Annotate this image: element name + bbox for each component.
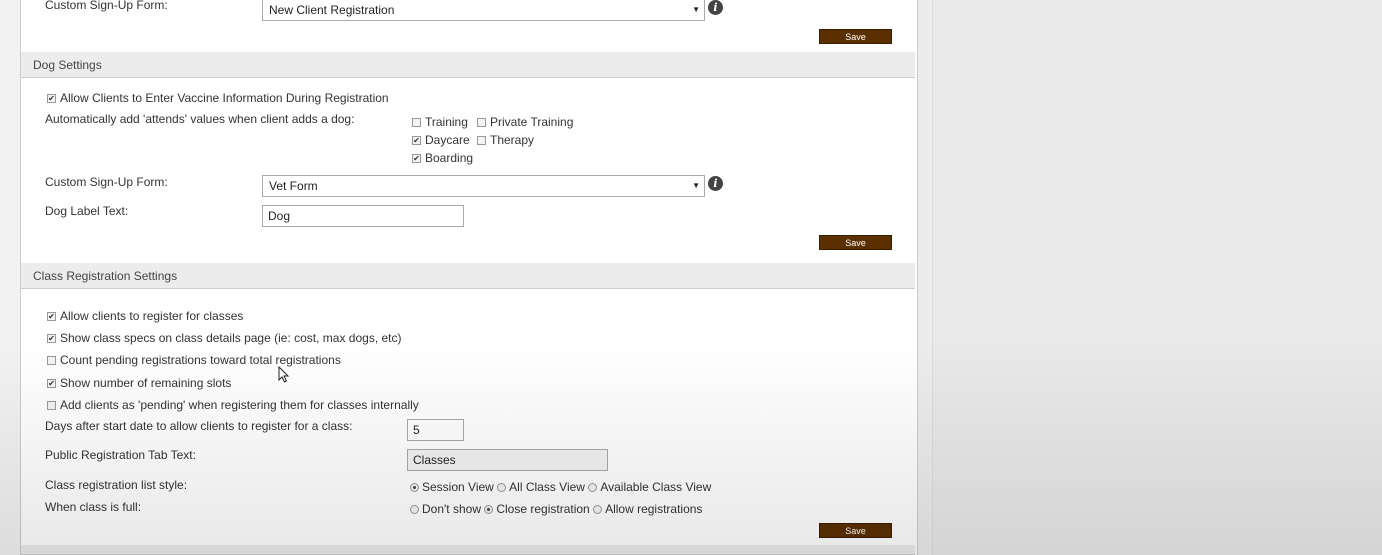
boarding-checkbox[interactable]: ✔ — [412, 154, 421, 164]
client-signup-form-label: Custom Sign-Up Form: — [45, 0, 168, 12]
dont-show-radio[interactable] — [410, 505, 419, 515]
dont-show-label: Don't show — [422, 501, 481, 516]
therapy-checkbox[interactable] — [477, 136, 486, 146]
tab-text-input[interactable]: Classes — [407, 449, 608, 471]
info-circle-icon[interactable]: i — [708, 176, 723, 191]
class-option-count-pending[interactable]: Count pending registrations toward total… — [47, 353, 341, 367]
allow-registrations-radio[interactable] — [593, 505, 603, 515]
class-option-add-pending[interactable]: Add clients as 'pending' when registerin… — [47, 398, 419, 412]
client-signup-form-select[interactable]: New Client Registration ▼ — [262, 0, 705, 21]
list-style-label: Class registration list style: — [45, 478, 188, 492]
attends-option-private-training[interactable]: Private Training — [477, 115, 573, 129]
chevron-down-icon: ▼ — [692, 5, 700, 14]
private-training-label: Private Training — [490, 115, 574, 129]
show-specs-label: Show class specs on class details page (… — [60, 331, 402, 345]
days-after-start-input[interactable]: 5 — [407, 419, 464, 441]
count-pending-label: Count pending registrations toward total… — [60, 353, 341, 367]
boarding-label: Boarding — [425, 151, 474, 165]
close-registration-label: Close registration — [496, 501, 590, 516]
info-circle-icon[interactable]: i — [708, 0, 723, 15]
list-style-all[interactable]: All Class View — [497, 480, 585, 494]
chevron-down-icon: ▼ — [692, 181, 700, 190]
class-option-remaining-slots[interactable]: ✔ Show number of remaining slots — [47, 376, 231, 390]
all-class-view-label: All Class View — [509, 479, 585, 494]
class-option-allow-register[interactable]: ✔ Allow clients to register for classes — [47, 309, 243, 323]
attends-option-boarding[interactable]: ✔ Boarding — [412, 151, 473, 165]
class-save-button[interactable]: Save — [819, 523, 892, 538]
add-pending-label: Add clients as 'pending' when registerin… — [60, 398, 419, 412]
dog-label-text-input[interactable]: Dog — [262, 205, 464, 227]
list-style-available[interactable]: Available Class View — [588, 480, 711, 494]
session-view-label: Session View — [422, 479, 494, 494]
full-close-registration[interactable]: Close registration — [484, 501, 590, 516]
remaining-slots-label: Show number of remaining slots — [60, 376, 232, 390]
full-dont-show[interactable]: Don't show — [410, 502, 481, 516]
attends-option-daycare[interactable]: ✔ Daycare — [412, 133, 470, 147]
daycare-checkbox[interactable]: ✔ — [412, 136, 421, 146]
close-registration-radio[interactable] — [484, 505, 494, 515]
class-full-label: When class is full: — [45, 500, 142, 514]
right-side-area — [932, 0, 1382, 555]
client-signup-form-value: New Client Registration — [269, 3, 395, 17]
vaccine-checkbox[interactable]: ✔ — [47, 94, 56, 104]
private-training-checkbox[interactable] — [477, 118, 486, 128]
days-after-start-label: Days after start date to allow clients t… — [45, 419, 353, 433]
left-gutter — [0, 0, 20, 555]
allow-register-checkbox[interactable]: ✔ — [47, 312, 56, 322]
mouse-cursor-icon — [278, 366, 290, 383]
vaccine-option[interactable]: ✔ Allow Clients to Enter Vaccine Informat… — [47, 91, 389, 105]
vaccine-label: Allow Clients to Enter Vaccine Informati… — [60, 91, 389, 105]
dog-settings-header: Dog Settings — [21, 52, 915, 78]
daycare-label: Daycare — [425, 133, 470, 147]
show-specs-checkbox[interactable]: ✔ — [47, 334, 56, 344]
attends-option-therapy[interactable]: Therapy — [477, 133, 534, 147]
class-full-options: Don't show Close registration Allow regi… — [410, 501, 702, 516]
dog-label-text-label: Dog Label Text: — [45, 204, 129, 218]
dog-signup-form-select[interactable]: Vet Form ▼ — [262, 175, 705, 197]
class-registration-header: Class Registration Settings — [21, 263, 915, 289]
therapy-label: Therapy — [490, 133, 535, 147]
dog-signup-form-value: Vet Form — [269, 179, 318, 193]
count-pending-checkbox[interactable] — [47, 356, 56, 366]
allow-register-label: Allow clients to register for classes — [60, 309, 244, 323]
available-class-view-radio[interactable] — [588, 483, 598, 493]
dog-signup-form-label: Custom Sign-Up Form: — [45, 175, 168, 189]
list-style-options: Session View All Class View Available Cl… — [410, 479, 711, 494]
attends-label: Automatically add 'attends' values when … — [45, 112, 355, 126]
remaining-slots-checkbox[interactable]: ✔ — [47, 379, 56, 389]
allow-registrations-label: Allow registrations — [605, 501, 703, 516]
training-checkbox[interactable] — [412, 118, 421, 128]
dog-save-button[interactable]: Save — [819, 235, 892, 250]
session-view-radio[interactable] — [410, 483, 419, 493]
all-class-view-radio[interactable] — [497, 483, 507, 493]
full-allow-registrations[interactable]: Allow registrations — [593, 502, 702, 516]
list-style-session[interactable]: Session View — [410, 480, 494, 494]
next-section-header — [21, 545, 915, 555]
attends-option-training[interactable]: Training — [412, 115, 468, 129]
available-class-view-label: Available Class View — [600, 479, 712, 494]
tab-text-label: Public Registration Tab Text: — [45, 448, 196, 462]
class-option-show-specs[interactable]: ✔ Show class specs on class details page … — [47, 331, 402, 345]
add-pending-checkbox[interactable] — [47, 401, 56, 411]
client-save-button[interactable]: Save — [819, 29, 892, 44]
training-label: Training — [425, 115, 468, 129]
